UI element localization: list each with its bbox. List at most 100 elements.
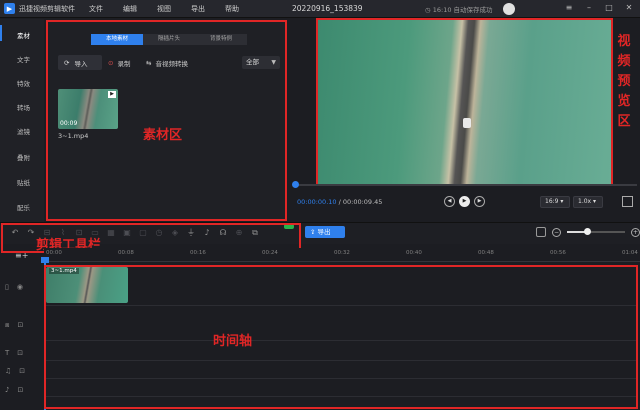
clip-name: 3~1.mp4 <box>49 268 79 274</box>
sidebar-item-transitions[interactable]: 转场 <box>0 102 44 112</box>
timeline-ruler[interactable]: 00:00 00:08 00:16 00:24 00:32 00:40 00:48 00:56… <box>44 248 640 262</box>
import-label: 导入 <box>74 59 88 68</box>
next-icon[interactable]: ▶ <box>474 196 485 207</box>
sidebar: 素材 文字 特效 转场 滤镜 叠附 贴纸 配乐 <box>0 19 44 222</box>
speed-value: 1.0x <box>578 198 592 205</box>
sidebar-item-stickers[interactable]: 贴纸 <box>0 177 44 187</box>
app-logo-icon: ▶ <box>4 3 15 14</box>
menu-file[interactable]: 文件 <box>89 4 103 14</box>
maximize-icon[interactable]: □ <box>602 3 616 12</box>
export-label: 导出 <box>317 228 331 236</box>
aspect-ratio-select[interactable]: 16:9 ▾ <box>540 196 570 208</box>
media-area-annotation: 素材区 <box>143 128 183 143</box>
track-divider <box>46 396 636 397</box>
preview-progress-track[interactable] <box>293 184 637 186</box>
speed-select[interactable]: 1.0x ▾ <box>573 196 603 208</box>
lock-icon[interactable]: ⊡ <box>17 321 23 329</box>
zoom-knob[interactable] <box>584 228 592 235</box>
sidebar-item-overlay[interactable]: 叠附 <box>0 152 44 162</box>
chevron-down-icon: ▼ <box>271 59 276 66</box>
menu-icon[interactable]: ≡ <box>562 3 576 12</box>
ruler-tick: 00:48 <box>478 250 494 256</box>
sidebar-item-text[interactable]: 文字 <box>0 54 44 64</box>
timeline-clip[interactable]: 3~1.mp4 <box>46 267 128 303</box>
import-button[interactable]: ⟳ 导入 <box>58 55 102 70</box>
sidebar-item-effects[interactable]: 特效 <box>0 78 44 88</box>
media-tabs: 本地素材 隔插片头 背景特例 <box>91 34 247 45</box>
previous-icon[interactable]: ◀ <box>444 196 455 207</box>
preview-car <box>463 118 471 128</box>
ruler-tick: 00:16 <box>190 250 206 256</box>
tab-local-media[interactable]: 本地素材 <box>91 34 143 45</box>
ruler-tick: 01:04 <box>622 250 638 256</box>
media-filter-select[interactable]: 全部 ▼ <box>242 56 280 69</box>
export-button[interactable]: ⇪ 导出 <box>305 226 345 238</box>
record-label: 录制 <box>117 60 131 68</box>
total-time: 00:00:09.45 <box>342 198 383 206</box>
media-filter-value: 全部 <box>246 58 259 66</box>
ruler-tick: 00:24 <box>262 250 278 256</box>
convert-icon: ⇆ <box>146 59 152 67</box>
zoom-in-icon[interactable]: + <box>631 227 640 237</box>
zoom-slider[interactable] <box>567 228 625 235</box>
track-voice-controls: ♪ ⊡ <box>0 383 44 397</box>
timeline-annotation: 时间轴 <box>213 334 253 349</box>
current-time: 00:00:00.10 <box>297 198 337 206</box>
media-area: 本地素材 隔插片头 背景特例 ⟳ 导入 ⊙ 录制 ⇆ 音视频转换 全部 ▼ ▶ … <box>46 20 287 221</box>
import-icon: ⟳ <box>64 58 70 67</box>
ruler-tick: 00:56 <box>550 250 566 256</box>
preview-progress-knob[interactable] <box>292 181 299 188</box>
menu-edit[interactable]: 编辑 <box>123 4 137 14</box>
zoom-out-icon[interactable]: − <box>552 227 561 237</box>
music-track-icon: ♫ <box>5 367 12 375</box>
track-divider <box>46 360 636 361</box>
avatar[interactable] <box>503 3 515 15</box>
add-track-icon[interactable]: ≡+ <box>15 251 28 260</box>
aspect-ratio-value: 16:9 <box>545 198 559 205</box>
save-status: ◷ 16:10 自动保存成功 <box>425 6 493 14</box>
sidebar-item-music[interactable]: 配乐 <box>0 202 44 212</box>
track-divider <box>46 340 636 341</box>
tab-background[interactable]: 背景特例 <box>195 34 247 45</box>
ruler-tick: 00:40 <box>406 250 422 256</box>
menu-help[interactable]: 帮助 <box>225 4 239 14</box>
record-button[interactable]: ⊙ 录制 <box>108 58 130 68</box>
tab-intro[interactable]: 隔插片头 <box>143 34 195 45</box>
video-preview <box>316 18 613 186</box>
close-icon[interactable]: ✕ <box>622 3 636 12</box>
media-duration: 00:09 <box>60 120 78 127</box>
playback-controls: ◀ ▶ ▶ <box>444 196 489 207</box>
text-track-icon: T <box>5 349 10 357</box>
ruler-tick: 00:00 <box>46 250 62 256</box>
track-divider <box>46 378 636 379</box>
menu-export[interactable]: 导出 <box>191 4 205 14</box>
export-icon: ⇪ <box>310 228 318 236</box>
sidebar-item-filters[interactable]: 滤镜 <box>0 126 44 136</box>
track-music-controls: ♫ ⊡ <box>0 364 44 378</box>
pip-track-icon: ⧈ <box>5 320 10 329</box>
fullscreen-icon[interactable] <box>622 196 633 207</box>
menu-bar: 文件 编辑 视图 导出 帮助 <box>89 4 259 14</box>
eye-icon[interactable]: ◉ <box>17 283 23 291</box>
minimize-icon[interactable]: – <box>582 3 596 12</box>
timeline-area <box>44 265 638 409</box>
fit-icon[interactable] <box>536 227 546 237</box>
video-type-icon: ▶ <box>108 91 116 98</box>
document-title: 20220916_153839 <box>292 4 363 13</box>
preview-time: 00:00:00.10 / 00:00:09.45 <box>297 198 382 206</box>
ruler-tick: 00:32 <box>334 250 350 256</box>
ruler-tick: 00:08 <box>118 250 134 256</box>
sidebar-item-media[interactable]: 素材 <box>0 25 44 41</box>
save-status-text: 16:10 自动保存成功 <box>432 6 493 14</box>
convert-label: 音视频转换 <box>155 60 188 68</box>
video-track-icon: ▯ <box>5 283 9 291</box>
lock-icon[interactable]: ⊡ <box>17 349 23 357</box>
play-icon[interactable]: ▶ <box>459 196 470 207</box>
lock-icon[interactable]: ⊡ <box>17 386 23 394</box>
lock-icon[interactable]: ⊡ <box>19 367 25 375</box>
preview-annotation: 视频预览区 <box>617 34 631 129</box>
convert-button[interactable]: ⇆ 音视频转换 <box>146 58 188 68</box>
menu-view[interactable]: 视图 <box>157 4 171 14</box>
media-thumbnail[interactable]: ▶ 00:09 <box>58 89 118 129</box>
track-video-controls: ▯ ◉ <box>0 280 44 294</box>
